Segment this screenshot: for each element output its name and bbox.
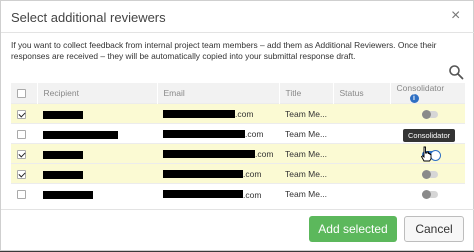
email-suffix: .com [235, 109, 254, 120]
select-all-header [11, 83, 37, 104]
column-header-status[interactable]: Status [332, 83, 390, 104]
status-cell [333, 123, 390, 144]
table-row[interactable]: .com Team Me... [11, 163, 465, 184]
email-suffix: .com [255, 149, 274, 160]
email-suffix: .com [243, 169, 262, 180]
email-redacted [163, 130, 245, 139]
consolidator-header-label: Consolidator [396, 83, 445, 93]
column-header-recipient[interactable]: Recipient [36, 83, 157, 104]
email-redacted [163, 110, 235, 119]
reviewers-table: Recipient Email Title Status Consolidato… [11, 83, 465, 204]
title-cell: Team Me... [279, 183, 333, 204]
recipient-name-redacted [43, 150, 83, 159]
consolidator-toggle[interactable] [422, 170, 438, 179]
title-cell: Team Me... [279, 143, 333, 164]
dialog-description: If you want to collect feedback from int… [11, 40, 437, 61]
consolidator-tooltip: Consolidator [403, 129, 456, 142]
email-redacted [163, 150, 255, 159]
title-cell: Team Me... [279, 103, 333, 124]
hand-cursor-icon [420, 146, 432, 162]
email-redacted [163, 170, 243, 179]
status-cell [333, 183, 390, 204]
table-row[interactable]: .com Team Me... [11, 123, 465, 144]
table-row[interactable]: .com Team Me... [11, 103, 465, 124]
row-checkbox[interactable] [17, 169, 26, 179]
column-header-email[interactable]: Email [156, 83, 279, 104]
select-reviewers-dialog: Select additional reviewers × If you wan… [0, 0, 474, 251]
row-checkbox[interactable] [17, 109, 26, 119]
row-checkbox[interactable] [17, 149, 26, 159]
recipient-name-redacted [43, 130, 118, 139]
title-cell: Team Me... [279, 163, 333, 184]
cancel-button[interactable]: Cancel [404, 216, 464, 242]
table-header-row: Recipient Email Title Status Consolidato… [11, 83, 465, 104]
dialog-title: Select additional reviewers [11, 10, 166, 25]
row-checkbox[interactable] [17, 129, 26, 139]
row-checkbox[interactable] [17, 190, 26, 200]
table-row[interactable]: .com Team Me... [11, 143, 465, 164]
status-cell [333, 163, 390, 184]
info-icon[interactable]: i [409, 94, 419, 104]
recipient-name-redacted [43, 190, 93, 199]
add-selected-button[interactable]: Add selected [309, 216, 397, 242]
select-all-checkbox[interactable] [17, 89, 26, 99]
dialog-header: Select additional reviewers × [1, 1, 474, 33]
column-header-title[interactable]: Title [278, 83, 333, 104]
table-row[interactable]: .com Team Me... [11, 183, 465, 204]
recipient-name-redacted [43, 170, 83, 179]
status-cell [333, 103, 390, 124]
column-header-consolidator: Consolidatori [389, 83, 465, 104]
consolidator-toggle[interactable] [422, 190, 438, 200]
consolidator-toggle[interactable] [422, 110, 438, 119]
email-redacted [163, 190, 243, 199]
email-suffix: .com [245, 129, 264, 140]
email-suffix: .com [243, 189, 262, 200]
status-cell [333, 143, 390, 164]
recipient-name-redacted [43, 110, 83, 119]
close-icon[interactable]: × [451, 7, 460, 25]
search-icon[interactable] [448, 64, 464, 80]
title-cell: Team Me... [279, 123, 333, 144]
